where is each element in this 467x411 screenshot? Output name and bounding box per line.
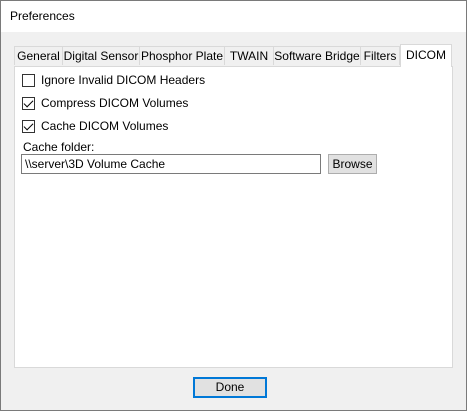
cache-volumes-checkbox[interactable] bbox=[22, 119, 35, 133]
cache-volumes-label[interactable]: Cache DICOM Volumes bbox=[41, 119, 168, 133]
ignore-invalid-headers-checkbox[interactable] bbox=[22, 73, 35, 87]
ignore-invalid-headers-option[interactable]: Ignore Invalid DICOM Headers bbox=[22, 72, 205, 88]
tab-general[interactable]: General bbox=[14, 46, 63, 65]
tab-software-bridge[interactable]: Software Bridge bbox=[273, 46, 361, 65]
window-title: Preferences bbox=[10, 9, 75, 23]
tab-phosphor-plate[interactable]: Phosphor Plate bbox=[139, 46, 225, 65]
checkmark-icon bbox=[23, 97, 34, 107]
dicom-panel: Ignore Invalid DICOM Headers Compress DI… bbox=[14, 66, 453, 368]
checkmark-icon bbox=[23, 120, 34, 130]
tab-dicom[interactable]: DICOM bbox=[400, 44, 452, 67]
compress-volumes-label[interactable]: Compress DICOM Volumes bbox=[41, 96, 188, 110]
compress-volumes-option[interactable]: Compress DICOM Volumes bbox=[22, 95, 188, 111]
compress-volumes-checkbox[interactable] bbox=[22, 96, 35, 110]
tab-filters[interactable]: Filters bbox=[360, 46, 400, 65]
browse-button[interactable]: Browse bbox=[328, 154, 377, 174]
tab-twain[interactable]: TWAIN bbox=[224, 46, 274, 65]
preferences-dialog: Preferences General Digital Sensor Phosp… bbox=[0, 0, 467, 411]
tab-digital-sensor[interactable]: Digital Sensor bbox=[62, 46, 140, 65]
ignore-invalid-headers-label[interactable]: Ignore Invalid DICOM Headers bbox=[41, 73, 205, 87]
cache-volumes-option[interactable]: Cache DICOM Volumes bbox=[22, 118, 168, 134]
cache-folder-input[interactable]: \\server\3D Volume Cache bbox=[21, 154, 321, 174]
done-button[interactable]: Done bbox=[193, 377, 267, 398]
cache-folder-label: Cache folder: bbox=[23, 140, 95, 154]
title-bar[interactable]: Preferences bbox=[1, 1, 466, 32]
